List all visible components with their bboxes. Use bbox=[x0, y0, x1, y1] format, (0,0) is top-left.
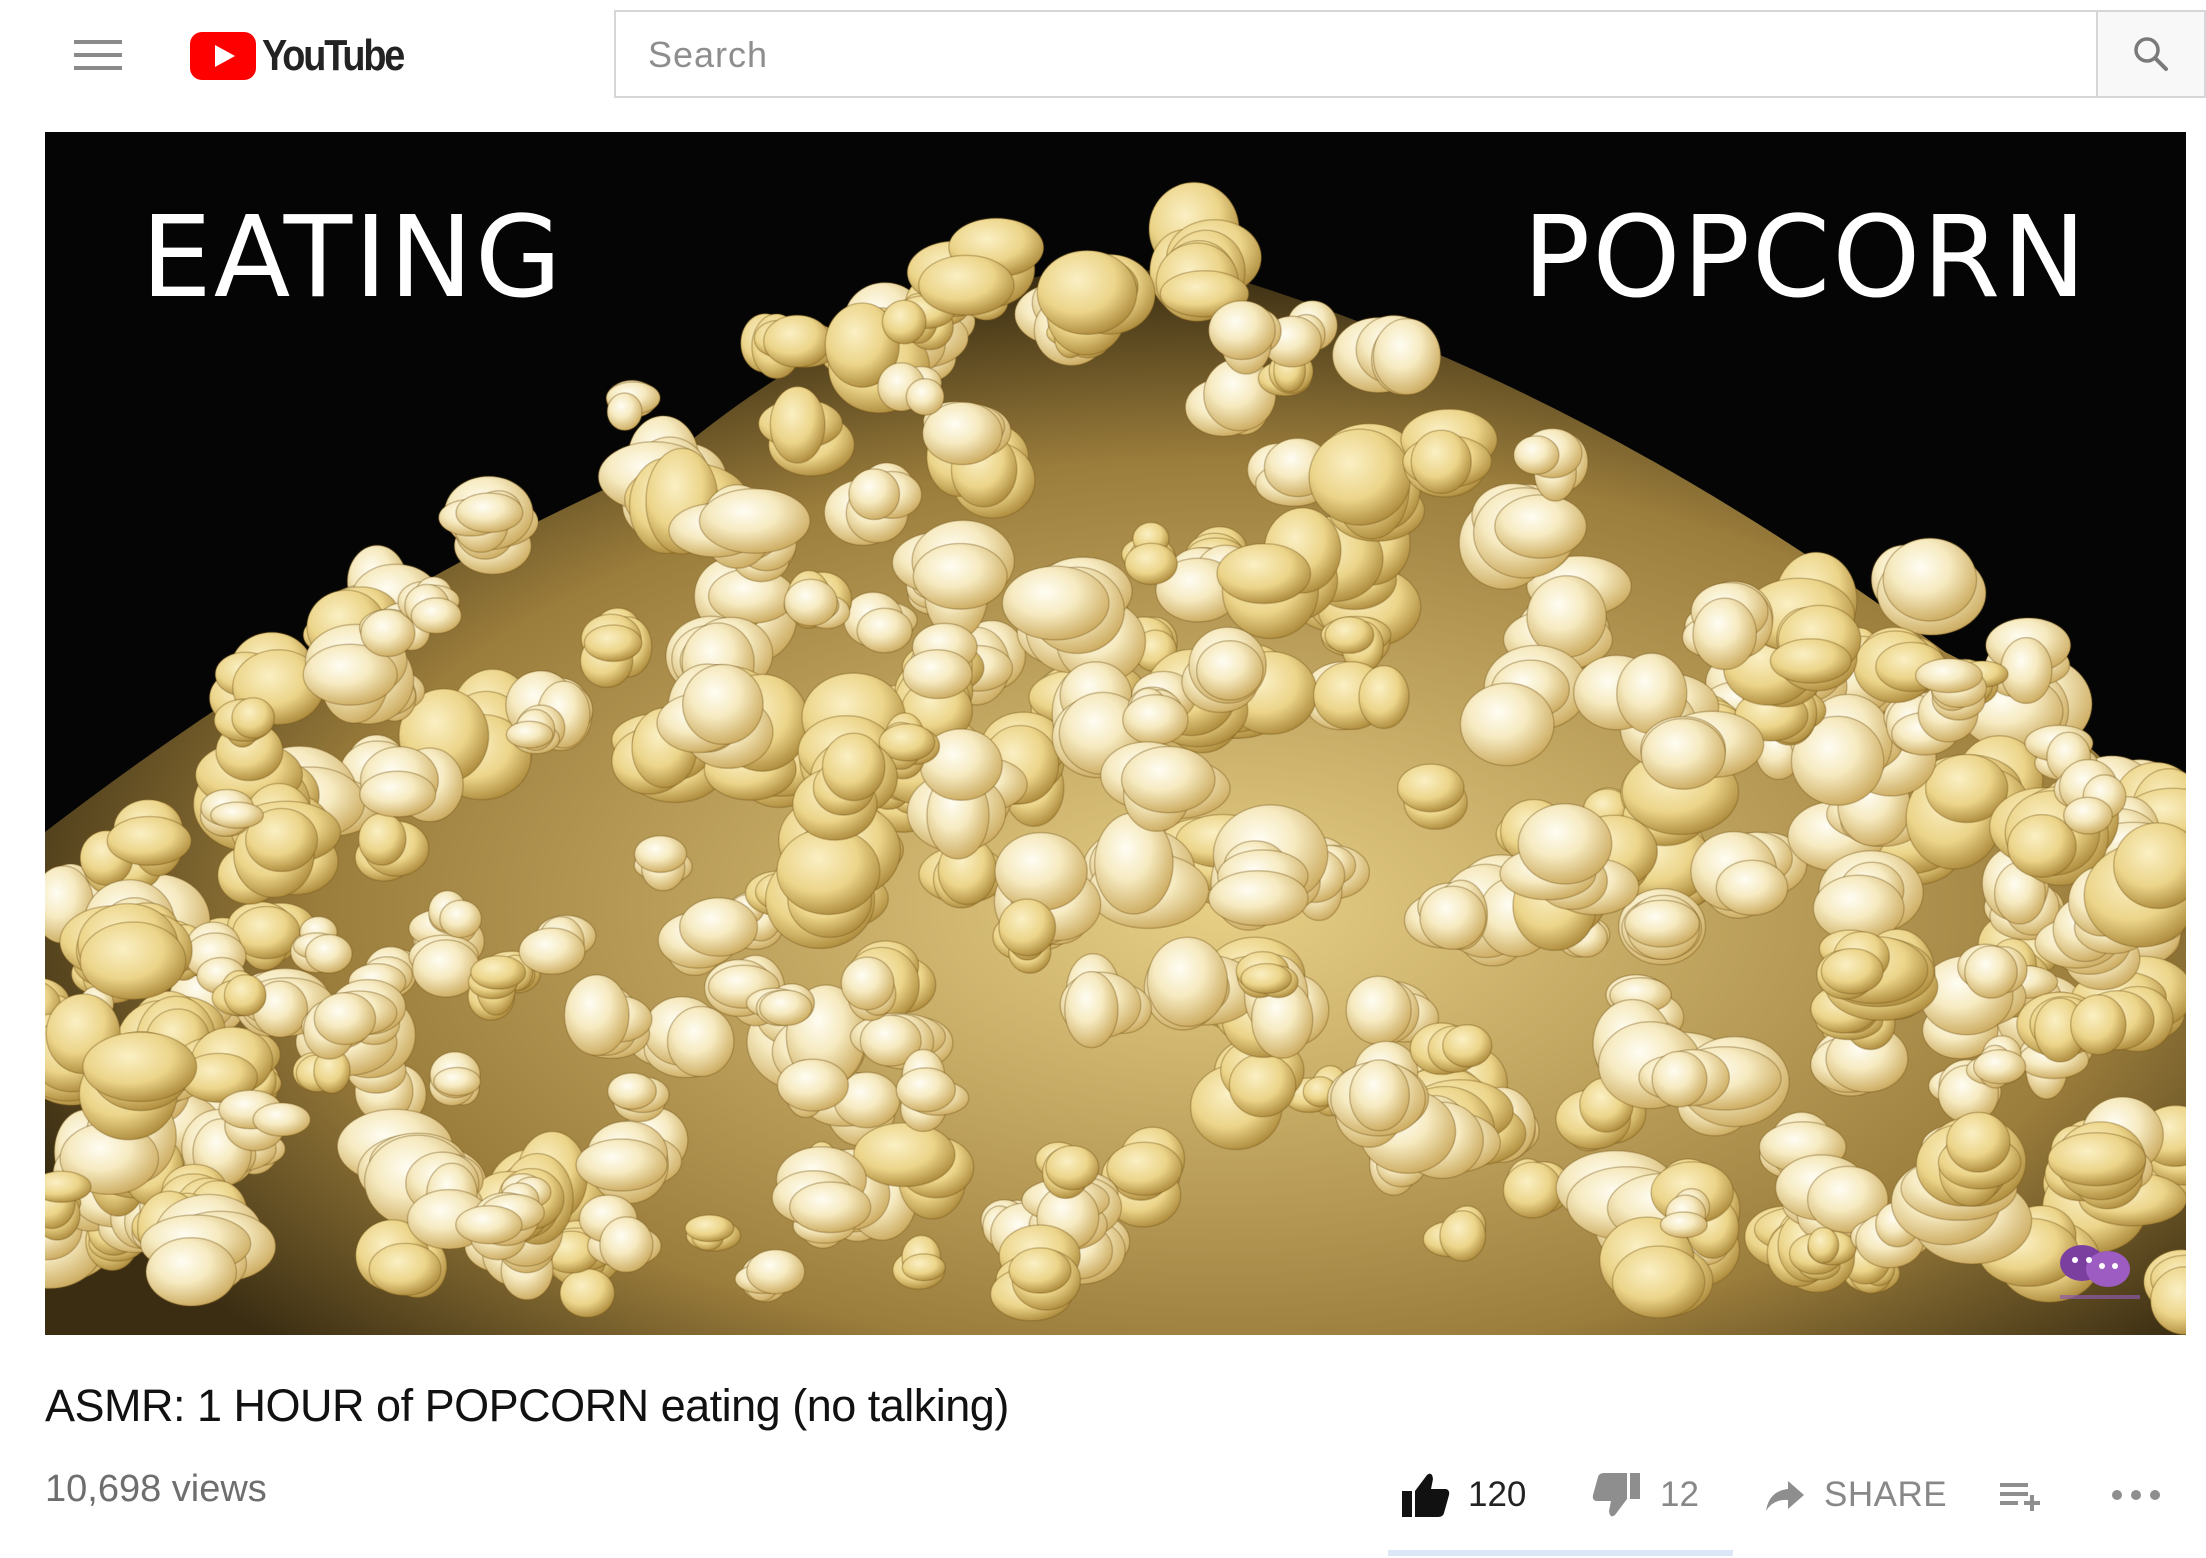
video-title: ASMR: 1 HOUR of POPCORN eating (no talki… bbox=[45, 1380, 1009, 1431]
save-to-playlist-button[interactable] bbox=[1998, 1465, 2042, 1525]
like-count: 120 bbox=[1468, 1475, 1527, 1514]
thumbnail-text-popcorn: POPCORN bbox=[1522, 193, 2088, 323]
youtube-watch-page: YouTube Search EATING POPCORN ASMR: 1 HO… bbox=[0, 0, 2206, 1558]
dislike-button[interactable]: 12 bbox=[1592, 1465, 1699, 1525]
share-label: SHARE bbox=[1824, 1475, 1948, 1514]
like-ratio-bar bbox=[1388, 1550, 1733, 1556]
masthead: YouTube bbox=[0, 0, 2206, 110]
thumbs-down-icon bbox=[1592, 1473, 1640, 1517]
share-arrow-icon bbox=[1766, 1481, 1804, 1511]
youtube-logo[interactable]: YouTube bbox=[190, 26, 426, 86]
more-actions-button[interactable] bbox=[2110, 1465, 2162, 1525]
logo-wordmark: YouTube bbox=[262, 31, 405, 80]
search-button[interactable] bbox=[2096, 10, 2206, 98]
video-player[interactable]: EATING POPCORN bbox=[45, 132, 2186, 1335]
add-to-playlist-icon bbox=[2000, 1483, 2040, 1511]
hamburger-icon[interactable] bbox=[66, 30, 130, 80]
channel-watermark-icon bbox=[2060, 1245, 2140, 1299]
like-button[interactable]: 120 bbox=[1400, 1465, 1526, 1525]
share-button[interactable]: SHARE bbox=[1764, 1465, 1947, 1525]
more-horizontal-icon bbox=[2112, 1490, 2160, 1500]
youtube-play-icon bbox=[190, 32, 256, 80]
view-count: 10,698 views bbox=[45, 1468, 267, 1510]
search-icon bbox=[2134, 37, 2168, 71]
search-input[interactable] bbox=[646, 12, 2050, 98]
dislike-count: 12 bbox=[1660, 1475, 1699, 1514]
thumbnail-text-eating: EATING bbox=[141, 193, 564, 323]
video-actions: 120 12 SHARE bbox=[1400, 1465, 2200, 1525]
thumbs-up-icon bbox=[1402, 1473, 1450, 1517]
search-box bbox=[614, 10, 2096, 98]
